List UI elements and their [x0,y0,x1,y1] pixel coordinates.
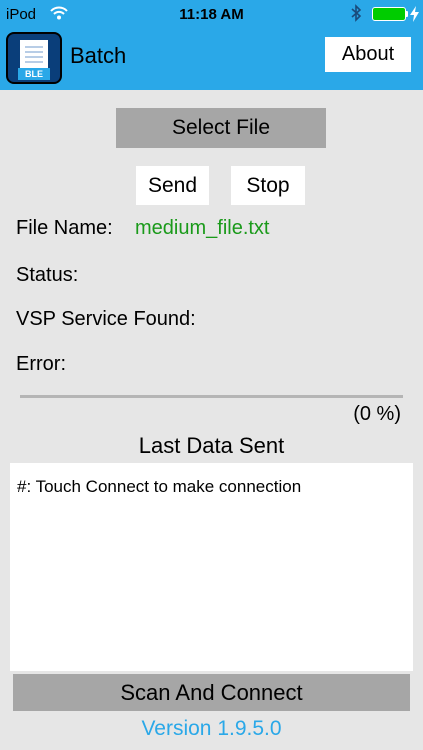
status-label: Status: [16,264,79,286]
last-data-textbox[interactable]: #: Touch Connect to make connection [10,463,413,671]
progress-bar [20,395,403,398]
about-button[interactable]: About [325,37,411,72]
app-logo-icon: BLE [6,32,62,84]
last-data-text: #: Touch Connect to make connection [17,477,302,496]
file-name-label: File Name: [16,217,113,239]
error-label: Error: [16,353,66,375]
bluetooth-icon [351,4,362,22]
battery-icon [372,7,406,21]
send-button[interactable]: Send [136,166,209,205]
file-name-value: medium_file.txt [135,217,270,239]
vsp-service-label: VSP Service Found: [16,308,196,330]
progress-percent: (0 %) [353,403,401,425]
status-bar: iPod 11:18 AM [0,0,423,30]
scan-connect-button[interactable]: Scan And Connect [13,674,410,711]
battery-nub [405,11,408,17]
charging-icon [410,6,419,22]
version-label: Version 1.9.5.0 [141,717,282,740]
stop-button[interactable]: Stop [231,166,305,205]
page-title: Batch [70,43,127,68]
select-file-button[interactable]: Select File [116,108,326,148]
app-logo-label: BLE [18,68,50,80]
last-data-title: Last Data Sent [138,433,285,458]
